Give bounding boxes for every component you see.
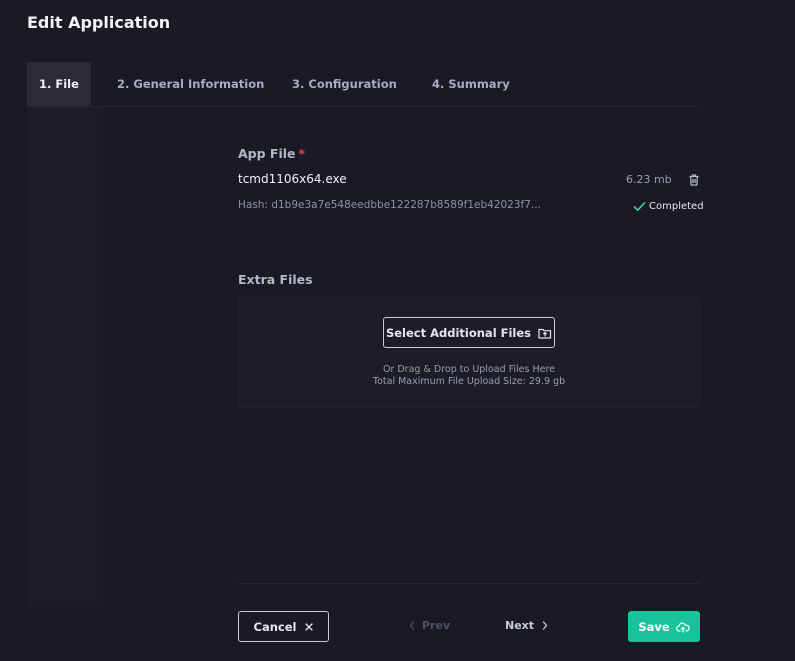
max-upload-size: Total Maximum File Upload Size: 29.9 gb (372, 376, 566, 387)
extra-files-dropzone[interactable]: Select Additional Files Or Drag & Drop t… (238, 297, 700, 408)
next-label: Next (505, 619, 535, 632)
app-file-label: App File * (238, 146, 305, 161)
check-icon (633, 201, 646, 212)
save-label: Save (638, 619, 670, 634)
extra-files-label: Extra Files (238, 272, 313, 287)
required-mark: * (298, 146, 306, 161)
prev-button[interactable]: Prev (409, 619, 450, 632)
drop-hint: Or Drag & Drop to Upload Files Here (382, 364, 556, 375)
select-additional-files-button[interactable]: Select Additional Files (383, 317, 555, 348)
next-button[interactable]: Next (505, 619, 548, 632)
tab-summary[interactable]: 4. Summary (432, 62, 510, 106)
app-file-size: 6.23 mb (626, 173, 672, 186)
cancel-label: Cancel (253, 619, 297, 634)
app-file-label-text: App File (238, 146, 296, 161)
cancel-button[interactable]: Cancel (238, 611, 329, 642)
save-button[interactable]: Save (628, 611, 700, 642)
chevron-right-icon (542, 621, 548, 630)
page-title: Edit Application (27, 13, 171, 32)
upload-status-text: Completed (649, 201, 704, 212)
tab-general-information[interactable]: 2. General Information (117, 62, 264, 106)
cloud-upload-icon (675, 621, 690, 633)
file-upload-icon (538, 327, 552, 339)
upload-status: Completed (633, 201, 704, 212)
trash-icon[interactable] (687, 173, 701, 187)
tab-configuration[interactable]: 3. Configuration (292, 62, 397, 106)
side-panel (27, 107, 103, 607)
close-icon (305, 622, 314, 631)
app-file-hash: Hash: d1b9e3a7e548eedbbe122287b8589f1eb4… (238, 199, 541, 211)
footer-divider (238, 583, 700, 584)
tab-file[interactable]: 1. File (27, 62, 91, 106)
app-file-name: tcmd1106x64.exe (238, 172, 347, 186)
select-files-label: Select Additional Files (385, 325, 532, 340)
chevron-left-icon (409, 621, 415, 630)
prev-label: Prev (422, 619, 451, 632)
step-tabs: 1. File 2. General Information 3. Config… (27, 62, 700, 107)
